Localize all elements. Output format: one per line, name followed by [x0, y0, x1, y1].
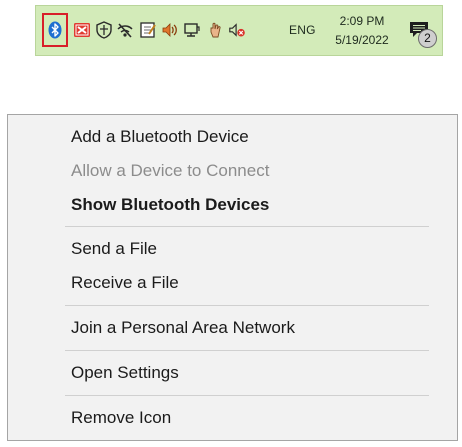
- menu-item-show-bluetooth-devices[interactable]: Show Bluetooth Devices: [9, 190, 456, 220]
- clock-time: 2:09 PM: [339, 14, 385, 28]
- bluetooth-context-menu: Add a Bluetooth Device Allow a Device to…: [7, 114, 458, 441]
- menu-separator: [65, 305, 429, 306]
- menu-item-send-file[interactable]: Send a File: [9, 234, 456, 264]
- taskbar-system-tray: ENG 2:09 PM 5/19/2022 2: [35, 5, 443, 56]
- network-off-icon[interactable]: [116, 21, 134, 39]
- menu-item-allow-device-to-connect: Allow a Device to Connect: [71, 161, 270, 180]
- clock-date: 5/19/2022: [335, 33, 389, 47]
- menu-item-open-settings[interactable]: Open Settings: [9, 358, 456, 388]
- volume-muted-icon[interactable]: [228, 21, 246, 39]
- display-icon[interactable]: [183, 21, 201, 39]
- menu-separator: [65, 395, 429, 396]
- clock[interactable]: 2:09 PM 5/19/2022: [326, 12, 398, 50]
- menu-item-receive-file[interactable]: Receive a File: [9, 268, 456, 298]
- menu-separator: [65, 350, 429, 351]
- action-center-button[interactable]: 2: [408, 19, 438, 49]
- screenshot-stage: ENG 2:09 PM 5/19/2022 2 Add a Bluetooth …: [0, 0, 462, 447]
- notepad-icon[interactable]: [139, 21, 157, 39]
- menu-item-join-personal-area-network[interactable]: Join a Personal Area Network: [9, 313, 456, 343]
- bluetooth-icon[interactable]: [46, 21, 64, 39]
- menu-separator: [65, 226, 429, 227]
- input-language-indicator[interactable]: ENG: [289, 23, 316, 37]
- menu-item-add-bluetooth-device[interactable]: Add a Bluetooth Device: [9, 122, 456, 152]
- touch-hand-icon[interactable]: [206, 21, 224, 39]
- red-app-icon[interactable]: [73, 21, 91, 39]
- speaker-icon[interactable]: [161, 21, 179, 39]
- menu-item-remove-icon[interactable]: Remove Icon: [9, 403, 456, 433]
- security-shield-icon[interactable]: [95, 21, 113, 39]
- notification-count-badge: 2: [418, 29, 437, 48]
